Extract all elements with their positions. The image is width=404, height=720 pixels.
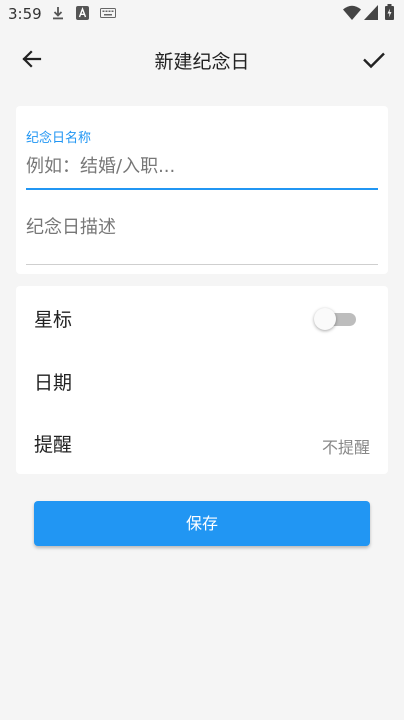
reminder-row[interactable]: 提醒 不提醒 (16, 412, 388, 474)
description-field (26, 204, 378, 266)
check-icon (358, 52, 390, 79)
description-underline (26, 264, 378, 265)
title-field-label: 纪念日名称 (26, 131, 92, 146)
signal-icon (364, 5, 378, 20)
reminder-label: 提醒 (34, 434, 73, 456)
reminder-value: 不提醒 (321, 438, 370, 457)
options-card: 星标 日期 提醒 不提醒 (16, 286, 388, 474)
title-field: 纪念日名称 (26, 124, 378, 192)
notification-a-icon (76, 6, 89, 20)
status-time: 3:59 (8, 5, 42, 23)
status-bar: 3:59 (0, 0, 404, 28)
star-toggle[interactable] (314, 308, 356, 330)
app-bar: 新建纪念日 (0, 28, 404, 90)
form-card: 纪念日名称 (16, 106, 388, 274)
description-input[interactable] (26, 206, 376, 248)
download-icon (52, 6, 64, 20)
toggle-thumb (314, 308, 336, 330)
save-button[interactable]: 保存 (34, 501, 370, 546)
title-input[interactable] (26, 146, 376, 186)
star-row[interactable]: 星标 (16, 287, 388, 349)
wifi-icon (343, 5, 361, 20)
page-title: 新建纪念日 (154, 51, 250, 73)
new-anniversary-screen: 3:59 新建纪念日 纪念日名称 例如：结婚/入职... 纪念日描述 星标 日期… (0, 0, 404, 720)
battery-icon (385, 4, 394, 20)
title-underline (26, 188, 378, 190)
date-row[interactable]: 日期 (16, 350, 388, 412)
keyboard-icon (100, 6, 116, 20)
date-label: 日期 (34, 372, 73, 394)
star-label: 星标 (34, 309, 73, 331)
confirm-button[interactable] (358, 43, 390, 75)
